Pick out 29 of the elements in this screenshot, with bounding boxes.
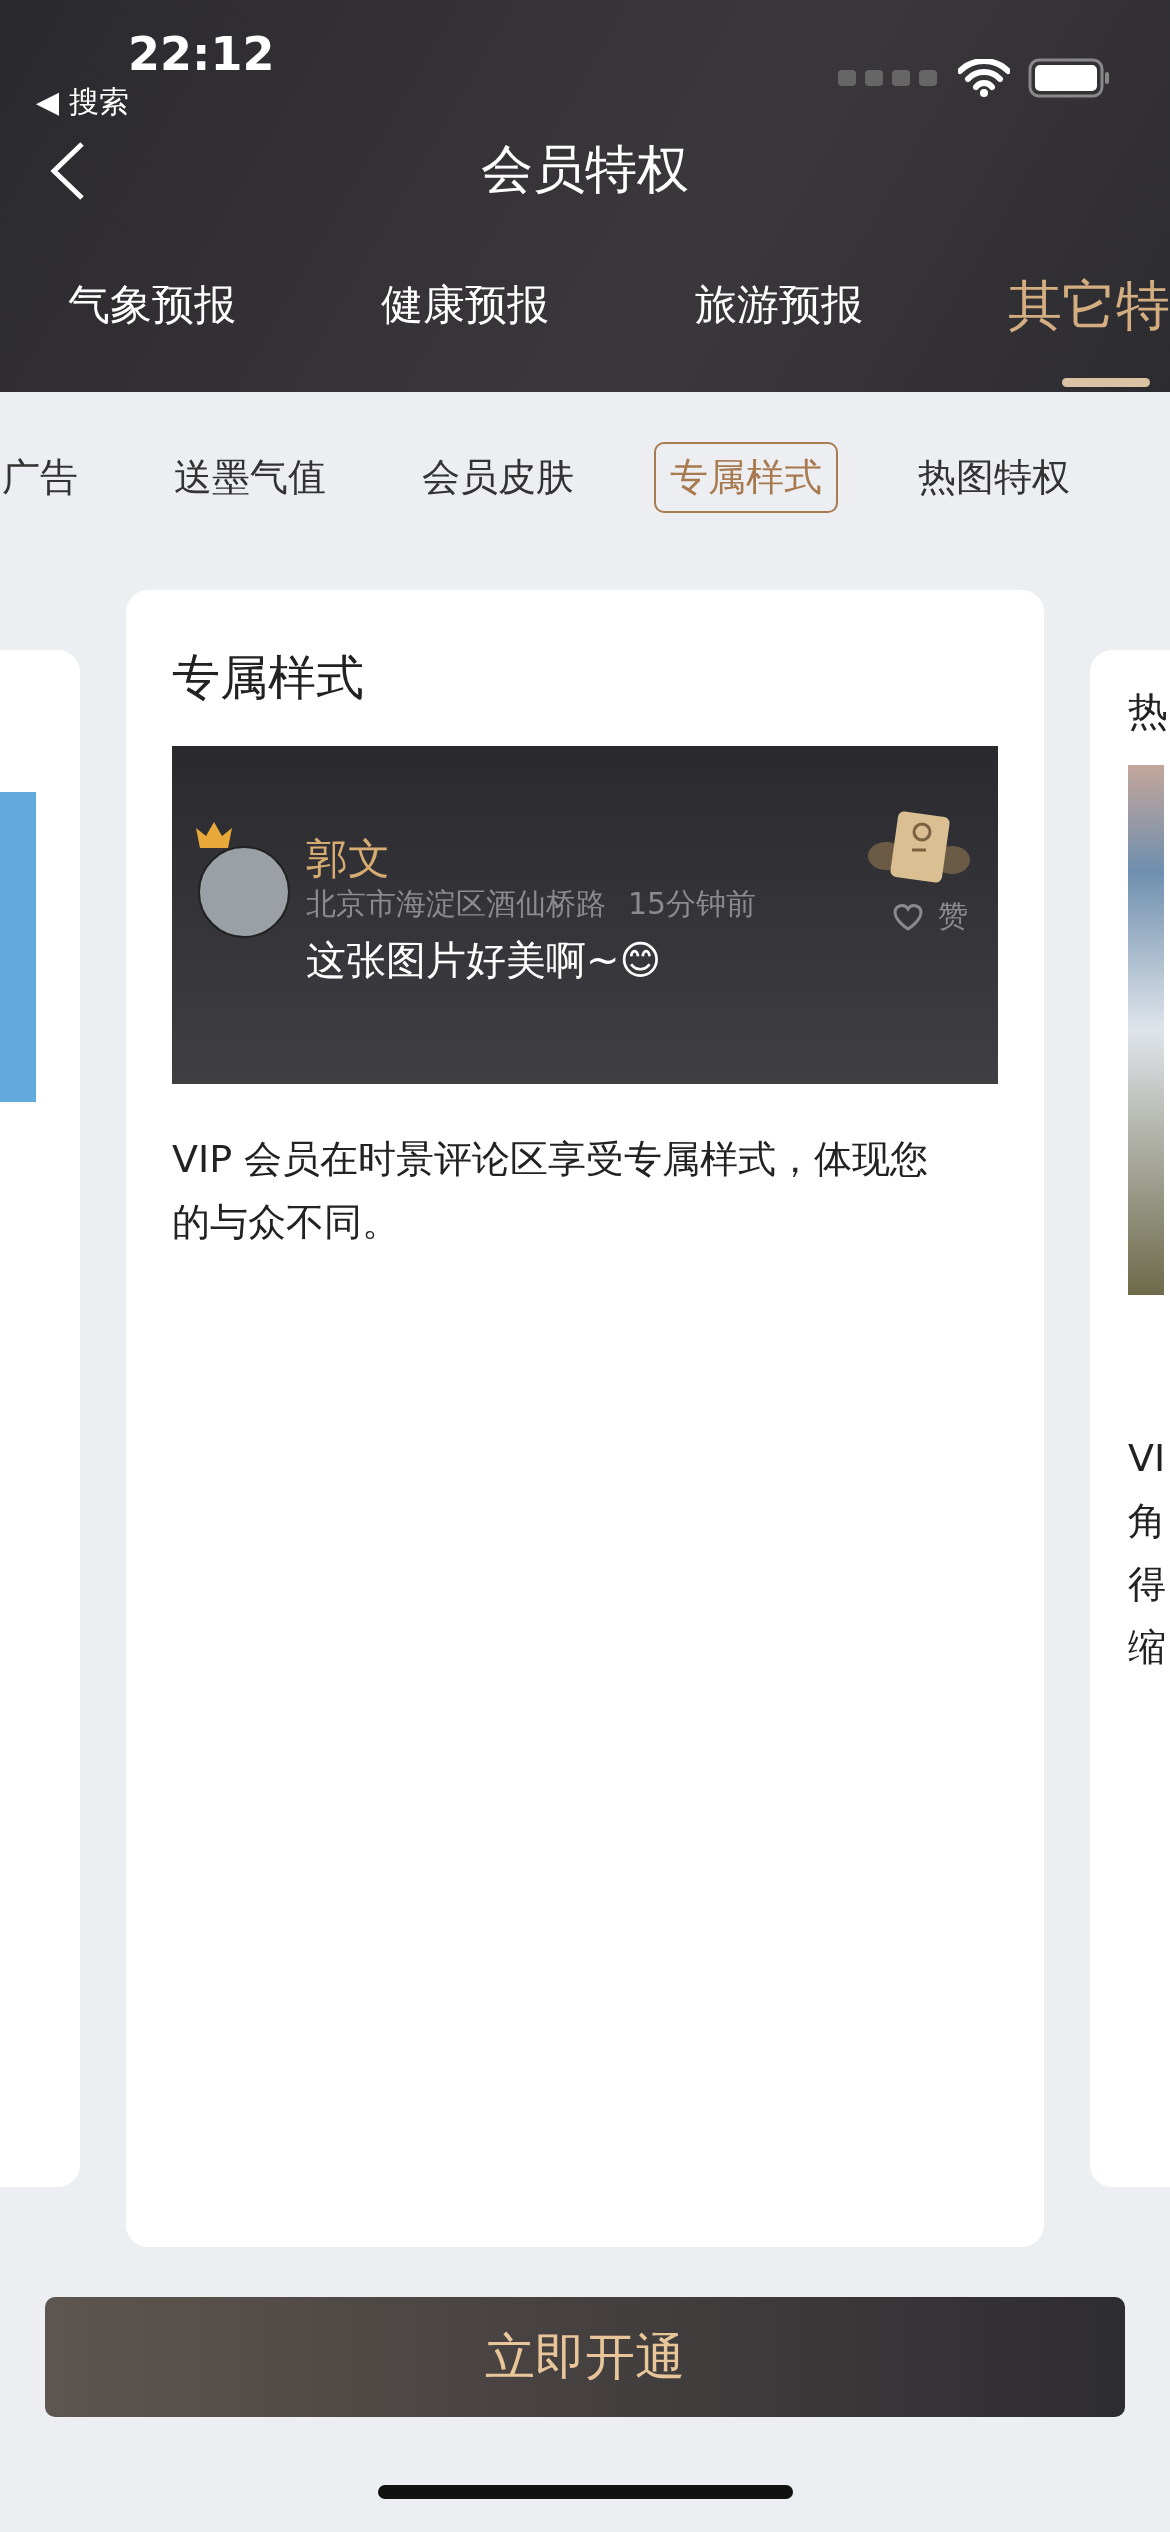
privilege-tab[interactable]: 会员皮肤 [406, 441, 590, 513]
wifi-icon [958, 59, 1010, 97]
battery-icon [1028, 58, 1110, 98]
card-description-line: 角 [1128, 1498, 1167, 1545]
like-label[interactable]: 赞 [938, 896, 968, 937]
category-tab[interactable]: 气象预报 [68, 270, 382, 340]
status-time: 22:12 [128, 26, 275, 82]
privilege-tab[interactable]: 广告 [0, 441, 94, 513]
category-tab[interactable]: 旅游预报 [694, 270, 1008, 340]
crown-icon [194, 820, 234, 850]
card-description-line: VI [1128, 1435, 1167, 1482]
heart-icon[interactable] [892, 901, 924, 932]
comment-location: 北京市海淀区酒仙桥路 [306, 885, 606, 923]
card-title: 专属样式 [172, 648, 365, 707]
card-description-line: 缩 [1128, 1624, 1167, 1671]
category-tab[interactable]: 健康预报 [381, 270, 695, 340]
card-description: VIP 会员在时景评论区享受专属样式，体现您的与众不同。 [172, 1136, 930, 1246]
page-title: 会员特权 [481, 138, 689, 201]
card-description-line: 得 [1128, 1561, 1167, 1608]
card-title: 热 [1128, 687, 1169, 736]
comment-text: 这张图片好美啊~😊 [306, 936, 663, 985]
category-tab[interactable]: 其它特 [1008, 270, 1170, 340]
commenter-name: 郭文 [306, 834, 391, 884]
privilege-tab[interactable]: 热图特权 [902, 441, 1086, 513]
signal-icon [838, 68, 940, 88]
privilege-tab[interactable]: 送墨气值 [158, 441, 342, 513]
activate-button[interactable]: 立即开通 [45, 2297, 1125, 2417]
back-to-app-link[interactable]: ◀ 搜索 [36, 82, 129, 122]
comment-time: 15分钟前 [628, 885, 757, 923]
